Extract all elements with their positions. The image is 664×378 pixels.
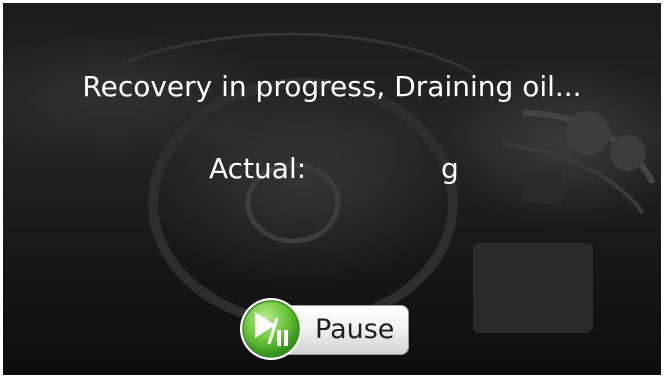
actual-unit: g	[441, 152, 459, 185]
play-pause-icon[interactable]	[235, 296, 307, 362]
pause-button[interactable]: Pause	[235, 296, 411, 362]
actual-label: Actual:	[209, 152, 307, 185]
recovery-screen: Recovery in progress, Draining oil... Ac…	[3, 3, 661, 375]
status-message: Recovery in progress, Draining oil...	[82, 70, 582, 103]
pause-label[interactable]: Pause	[315, 313, 394, 347]
